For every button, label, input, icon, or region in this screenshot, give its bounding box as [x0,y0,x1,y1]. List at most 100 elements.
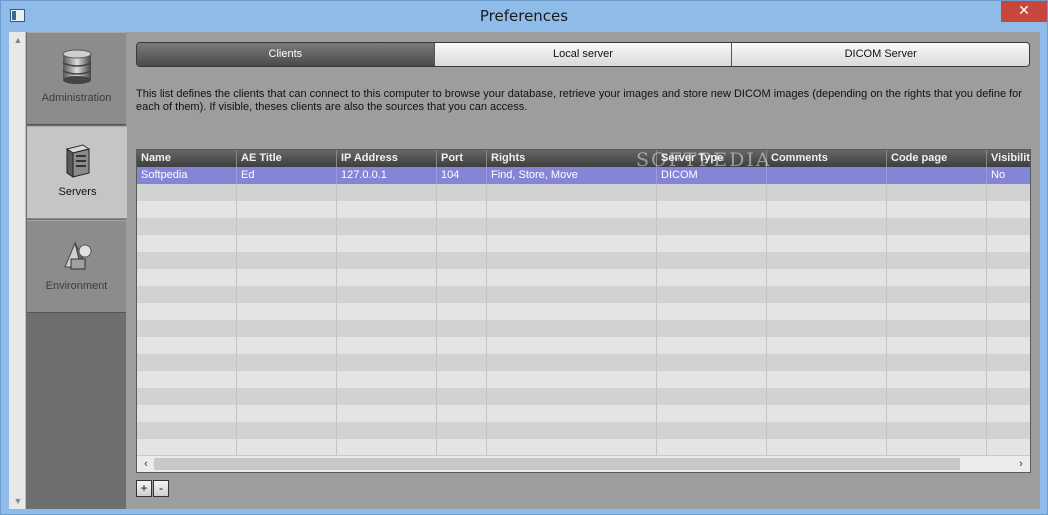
table-cell [767,371,887,388]
table-row[interactable] [137,388,1030,405]
scrollbar-thumb[interactable] [154,458,960,470]
tab-clients[interactable]: Clients [137,43,434,66]
table-cell [887,184,987,201]
table-cell [657,184,767,201]
table-cell [987,201,1030,218]
table-cell [767,422,887,439]
tab-local-server[interactable]: Local server [433,43,732,66]
table-cell [337,252,437,269]
remove-client-button[interactable]: - [153,480,169,497]
table-cell [437,422,487,439]
table-cell [487,269,657,286]
table-row[interactable] [137,422,1030,439]
table-cell [987,388,1030,405]
table-cell [337,303,437,320]
table-cell [657,354,767,371]
table-cell [887,286,987,303]
table-row[interactable] [137,184,1030,201]
table-cell [487,201,657,218]
scroll-down-icon[interactable]: ▼ [13,496,23,506]
table-cell: 104 [437,167,487,184]
table-cell [337,218,437,235]
table-cell [487,388,657,405]
table-row[interactable] [137,303,1030,320]
table-cell [237,371,337,388]
table-cell [437,218,487,235]
table-cell [987,337,1030,354]
table-cell [887,235,987,252]
column-header[interactable]: AE Title [237,150,337,167]
table-cell [487,218,657,235]
table-cell [487,337,657,354]
table-cell [987,439,1030,456]
close-button[interactable]: ✕ [1001,1,1047,22]
table-cell [237,252,337,269]
table-cell [337,354,437,371]
left-vertical-scrollbar[interactable]: ▲ ▼ [9,32,26,509]
table-row[interactable]: Softpedia Ed 127.0.0.1 104 Find, Store, Move… [137,167,1030,184]
table-row[interactable] [137,286,1030,303]
table-cell [887,337,987,354]
scroll-left-icon[interactable]: ‹ [139,457,153,471]
table-cell [237,303,337,320]
table-cell [657,218,767,235]
table-cell [137,286,237,303]
column-header[interactable]: Rights [487,150,657,167]
table-cell [987,269,1030,286]
table-cell [437,303,487,320]
table-cell [137,320,237,337]
table-cell [987,405,1030,422]
title-bar[interactable]: Preferences ✕ [1,1,1047,31]
table-cell [337,235,437,252]
sidebar-item-servers[interactable]: Servers [27,126,128,219]
table-cell [887,439,987,456]
table-cell [887,252,987,269]
sidebar-item-environment[interactable]: Environment [27,220,126,313]
column-header[interactable]: Name [137,150,237,167]
table-cell [487,405,657,422]
table-cell [137,354,237,371]
table-row[interactable] [137,371,1030,388]
table-row[interactable] [137,320,1030,337]
table-row[interactable] [137,337,1030,354]
table-cell [767,252,887,269]
sidebar-item-label: Servers [58,186,97,198]
table-row[interactable] [137,269,1030,286]
table-cell [987,286,1030,303]
table-cell [987,303,1030,320]
table-cell [657,320,767,337]
add-client-button[interactable]: + [136,480,152,497]
table-cell [437,184,487,201]
table-cell [437,354,487,371]
horizontal-scrollbar[interactable]: ‹ › [137,455,1030,472]
scroll-up-icon[interactable]: ▲ [13,35,23,45]
column-header[interactable]: IP Address [337,150,437,167]
table-cell [437,371,487,388]
table-cell: Find, Store, Move [487,167,657,184]
table-cell [237,320,337,337]
table-row[interactable] [137,218,1030,235]
sidebar-item-administration[interactable]: Administration [27,32,126,125]
table-cell [337,405,437,422]
column-header[interactable]: Port [437,150,487,167]
table-row[interactable] [137,405,1030,422]
table-cell [237,405,337,422]
table-cell [437,235,487,252]
table-row[interactable] [137,354,1030,371]
table-row[interactable] [137,201,1030,218]
scroll-right-icon[interactable]: › [1014,457,1028,471]
table-cell [987,354,1030,371]
server-icon [65,144,91,178]
column-header[interactable]: Comments [767,150,887,167]
table-cell [987,184,1030,201]
table-cell [767,286,887,303]
table-row[interactable] [137,235,1030,252]
table-row[interactable] [137,252,1030,269]
column-header[interactable]: Code page [887,150,987,167]
table-cell [487,422,657,439]
table-cell [137,218,237,235]
column-header[interactable]: Visibility [987,150,1030,167]
tab-dicom-server[interactable]: DICOM Server [731,43,1029,66]
table-cell [767,405,887,422]
table-row[interactable] [137,439,1030,456]
